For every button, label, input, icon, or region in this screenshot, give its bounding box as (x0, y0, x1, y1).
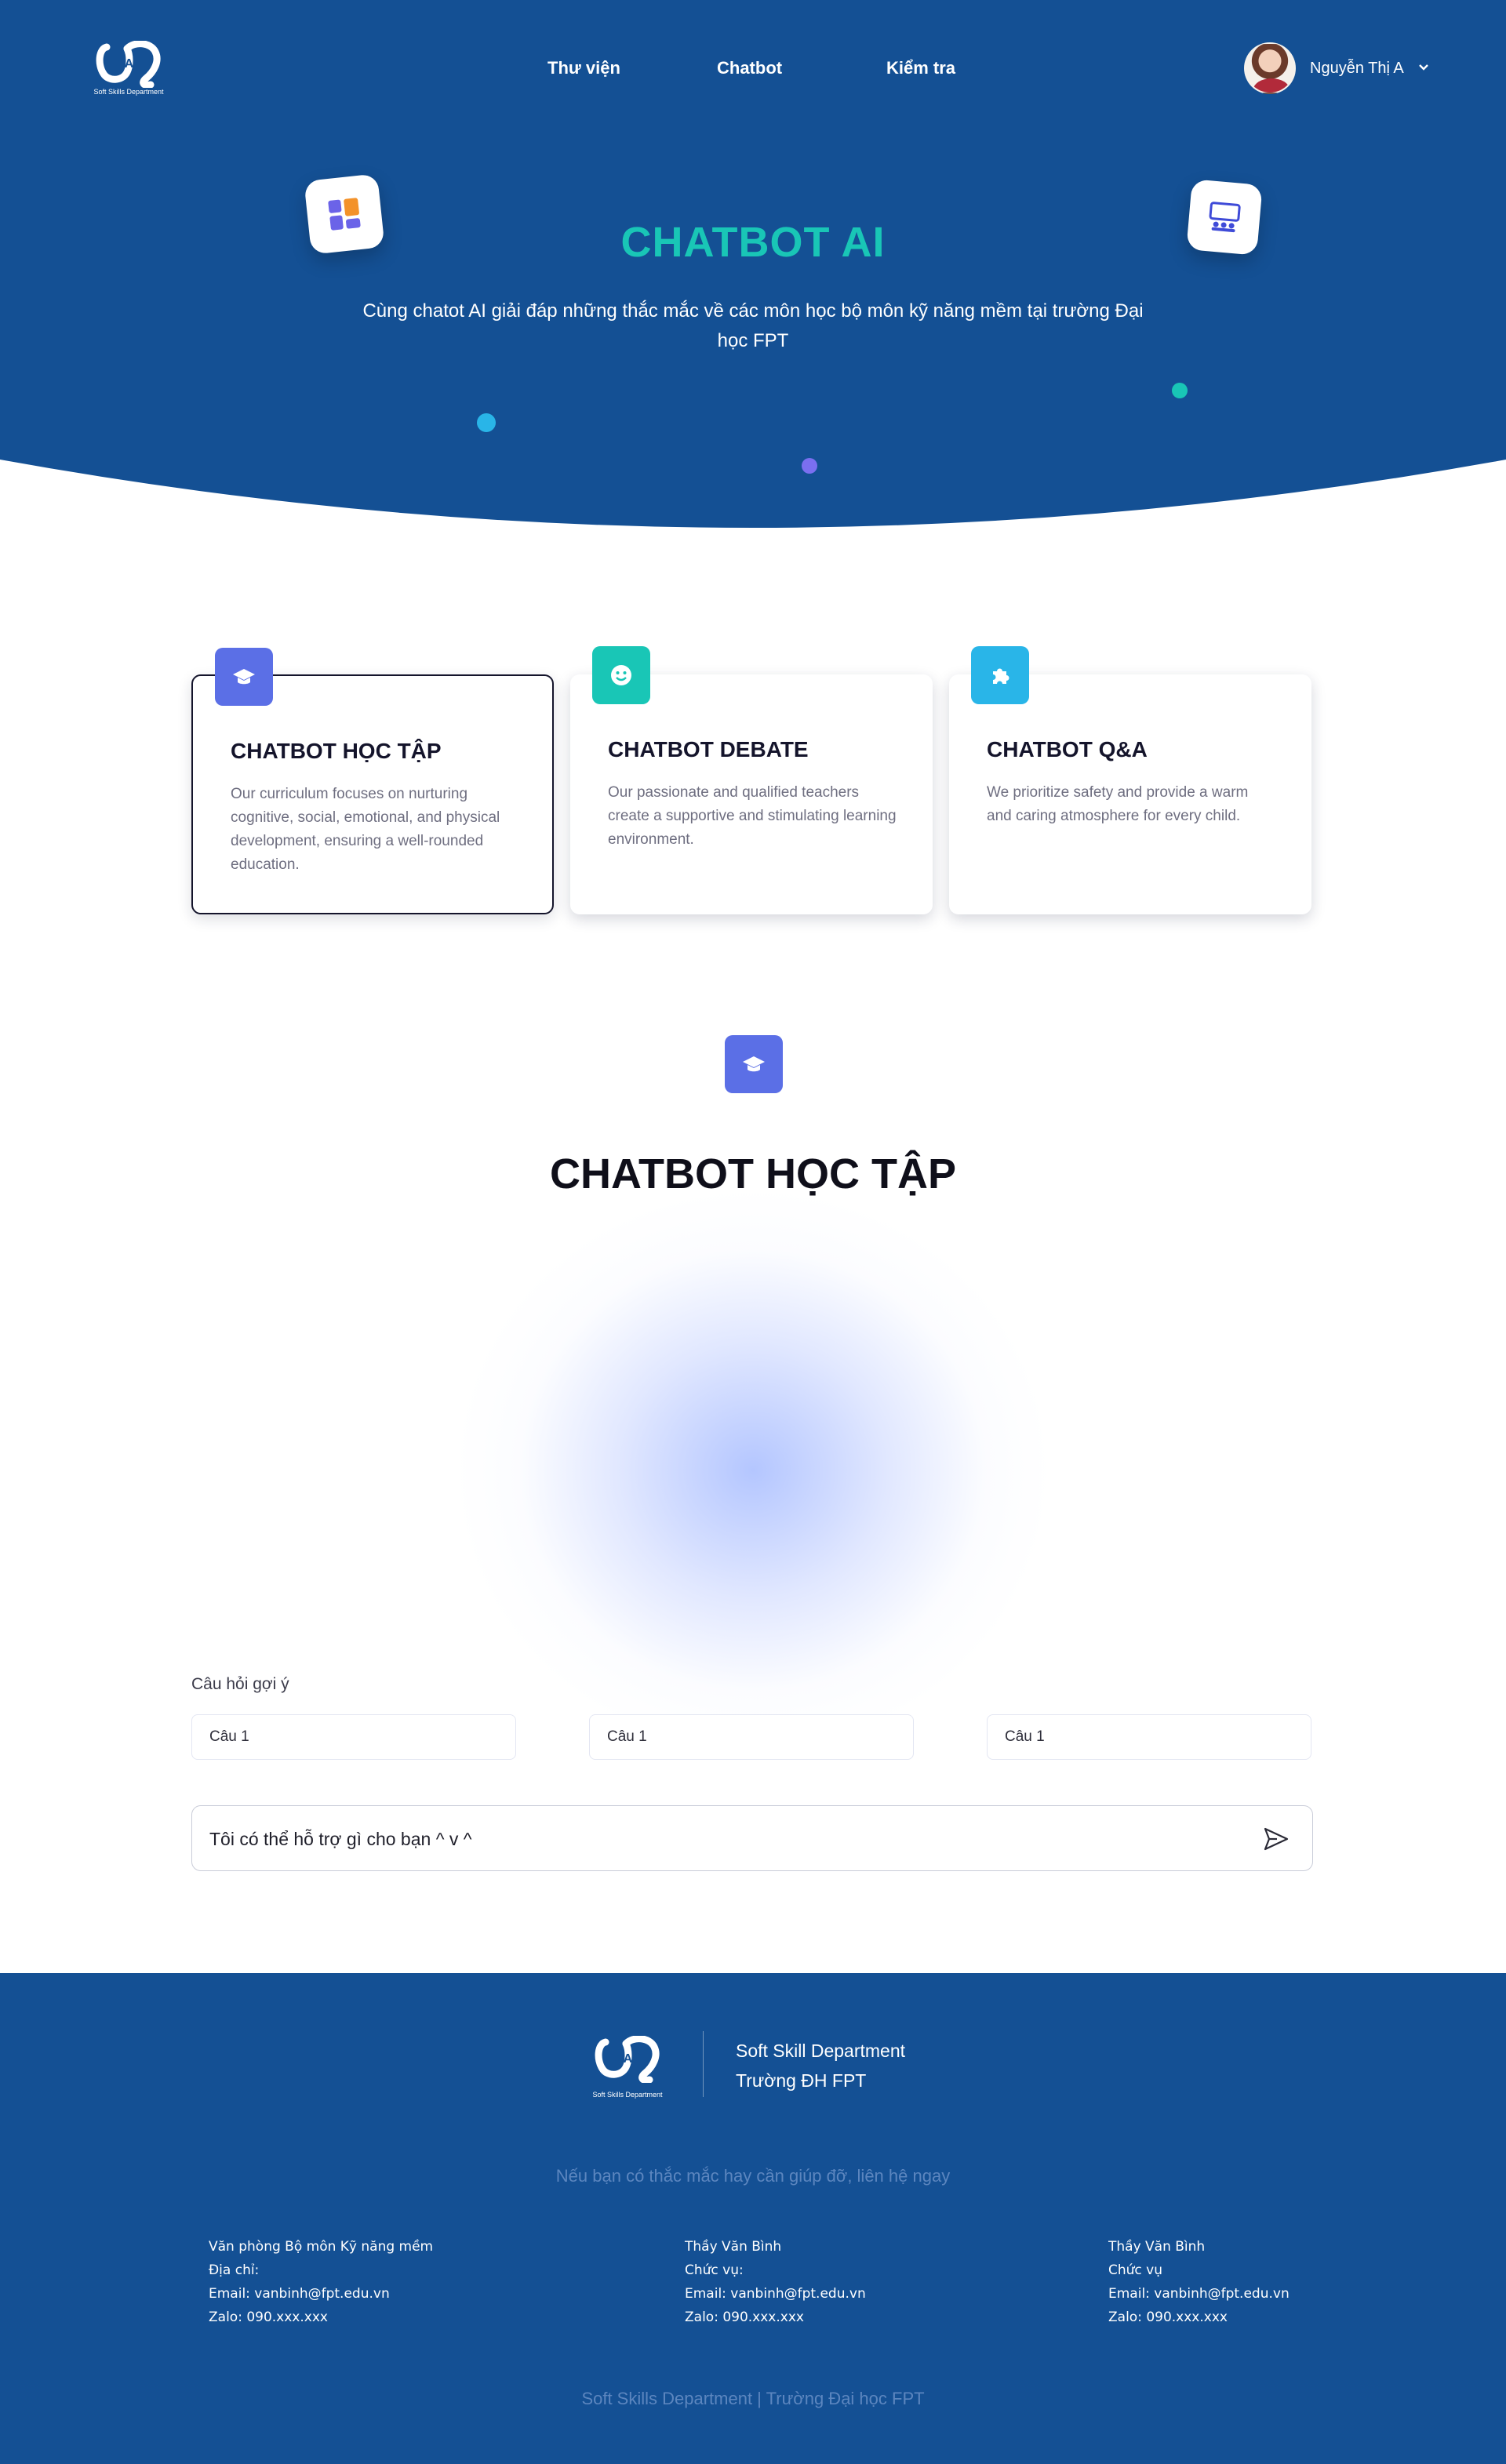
smiley-icon (592, 646, 650, 704)
brand-logo[interactable]: SA Soft Skills Department (88, 41, 169, 100)
chat-input-box (191, 1805, 1313, 1871)
hero-section: SA Soft Skills Department Thư viện Chatb… (0, 0, 1506, 549)
footer-contact-teacher-1: Thầy Văn Bình Chức vụ: Email: vanbinh@fp… (685, 2235, 866, 2329)
feature-title: CHATBOT DEBATE (608, 737, 809, 761)
nav-link-chatbot[interactable]: Chatbot (717, 58, 782, 78)
contact-line: Thầy Văn Bình (685, 2239, 782, 2255)
contact-email[interactable]: Email: vanbinh@fpt.edu.vn (209, 2282, 433, 2306)
nav-link-kiem-tra[interactable]: Kiểm tra (886, 58, 955, 78)
suggestion-chip[interactable]: Câu 1 (589, 1714, 914, 1760)
chat-title: CHATBOT HỌC TẬP (550, 1150, 956, 1197)
send-icon (1264, 1827, 1289, 1851)
decor-dot (802, 458, 817, 474)
puzzle-icon (971, 646, 1029, 704)
user-menu[interactable]: Nguyễn Thị A (1244, 42, 1429, 94)
footer-contact-office: Văn phòng Bộ môn Kỹ năng mềm Địa chỉ: Em… (209, 2235, 433, 2329)
contact-line: Thầy Văn Bình (1108, 2239, 1206, 2255)
contact-zalo: Zalo: 090.xxx.xxx (1108, 2310, 1228, 2325)
suggestion-chip[interactable]: Câu 1 (987, 1714, 1311, 1760)
decor-dot (1172, 383, 1188, 398)
graduation-cap-icon (215, 648, 273, 706)
svg-text:SA: SA (116, 57, 134, 71)
feature-title: CHATBOT Q&A (987, 737, 1148, 761)
logo-mark-icon: SA (96, 41, 161, 88)
feature-title: CHATBOT HỌC TẬP (231, 739, 442, 763)
chat-input[interactable] (209, 1822, 1229, 1856)
contact-zalo: Zalo: 090.xxx.xxx (209, 2310, 328, 2325)
feature-card-debate[interactable]: CHATBOT DEBATE Our passionate and qualif… (570, 646, 933, 914)
footer-divider (703, 2031, 704, 2097)
decor-dot (477, 413, 496, 432)
logo-caption: Soft Skills Department (592, 2091, 663, 2099)
footer-org-school: Trường ĐH FPT (736, 2070, 867, 2091)
chevron-down-icon (1418, 61, 1429, 75)
send-button[interactable] (1260, 1823, 1292, 1855)
contact-line: Địa chỉ: (209, 2262, 260, 2278)
hero-subtitle: Cùng chatot AI giải đáp những thắc mắc v… (362, 300, 1144, 351)
contact-zalo: Zalo: 090.xxx.xxx (685, 2310, 804, 2325)
logo-caption: Soft Skills Department (93, 88, 164, 96)
footer-help-text: Nếu bạn có thắc mắc hay cần giúp đỡ, liê… (555, 2166, 951, 2186)
contact-email[interactable]: Email: vanbinh@fpt.edu.vn (685, 2282, 866, 2306)
footer-org-name: Soft Skill Department (736, 2041, 906, 2061)
feature-description: Our passionate and qualified teachers cr… (608, 784, 897, 848)
footer: SA Soft Skills Department Soft Skill Dep… (0, 1973, 1506, 2464)
contact-line: Chức vụ (1108, 2262, 1163, 2278)
top-nav: SA Soft Skills Department Thư viện Chatb… (0, 0, 1506, 141)
contact-line: Chức vụ: (685, 2262, 744, 2278)
feature-card-hoc-tap[interactable]: CHATBOT HỌC TẬP Our curriculum focuses o… (191, 648, 554, 914)
contact-email[interactable]: Email: vanbinh@fpt.edu.vn (1108, 2282, 1290, 2306)
footer-contact-teacher-2: Thầy Văn Bình Chức vụ Email: vanbinh@fpt… (1108, 2235, 1290, 2329)
feature-description: Our curriculum focuses on nurturing cogn… (231, 786, 500, 873)
avatar (1244, 42, 1296, 94)
footer-logo[interactable]: SA Soft Skills Department (580, 2036, 675, 2106)
suggest-label: Câu hỏi gợi ý (191, 1675, 289, 1693)
footer-copyright: Soft Skills Department | Trường Đại học … (581, 2389, 925, 2408)
svg-text:SA: SA (615, 2052, 633, 2066)
nav-link-thu-vien[interactable]: Thư viện (547, 58, 620, 78)
logo-mark-icon: SA (595, 2036, 660, 2083)
feature-card-qa[interactable]: CHATBOT Q&A We prioritize safety and pro… (949, 646, 1311, 914)
user-name: Nguyễn Thị A (1310, 59, 1404, 77)
suggestion-chip[interactable]: Câu 1 (191, 1714, 516, 1760)
feature-description: We prioritize safety and provide a warm … (987, 784, 1249, 824)
graduation-cap-icon (725, 1035, 783, 1093)
contact-line: Văn phòng Bộ môn Kỹ năng mềm (209, 2239, 434, 2255)
hero-title: CHATBOT AI (620, 219, 886, 266)
